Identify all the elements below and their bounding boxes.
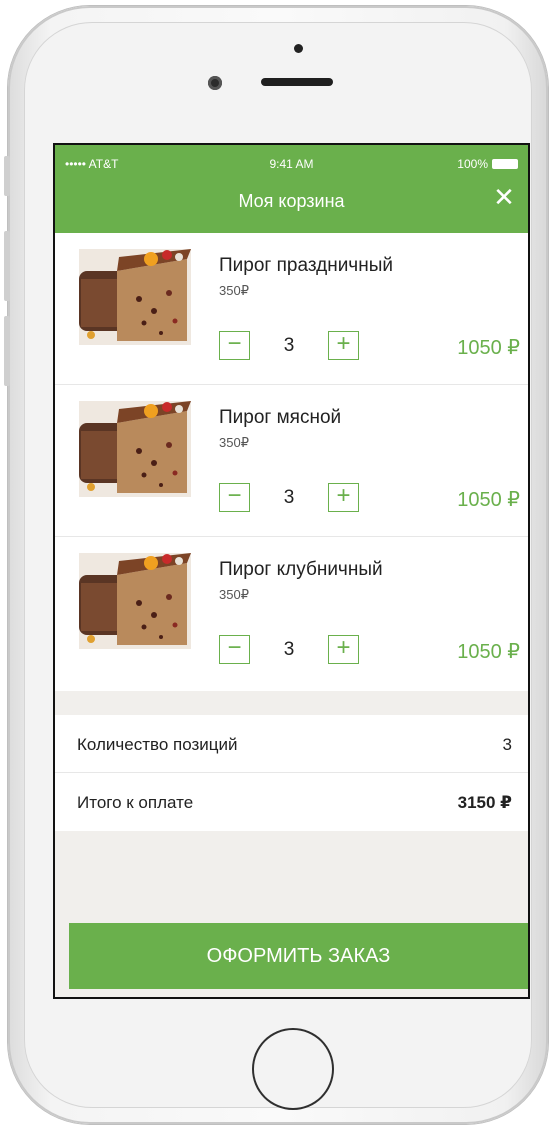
decrease-button[interactable]: − — [219, 331, 250, 360]
quantity-stepper: − 3 + — [219, 483, 359, 512]
proximity-sensor — [294, 44, 303, 53]
item-total: 1050 ₽ — [457, 641, 520, 663]
item-total: 1050 ₽ — [457, 337, 520, 359]
earpiece-speaker — [261, 78, 333, 86]
front-camera — [208, 76, 222, 90]
app-screen: ••••• AT&T 9:41 AM 100% Моя корзина ✕ Пи… — [53, 143, 530, 999]
cart-item: Пирог клубничный 350₽ − 3 + 1050 ₽ — [55, 537, 528, 691]
positions-row: Количество позиций 3 — [55, 715, 528, 773]
cart-list: Пирог праздничный 350₽ − 3 + 1050 ₽ Пиро… — [55, 233, 528, 691]
checkout-button[interactable]: ОФОРМИТЬ ЗАКАЗ — [69, 923, 528, 989]
positions-label: Количество позиций — [77, 735, 238, 754]
total-row: Итого к оплате 3150 ₽ — [55, 773, 528, 830]
app-header: ••••• AT&T 9:41 AM 100% Моя корзина ✕ — [55, 145, 528, 233]
decrease-button[interactable]: − — [219, 483, 250, 512]
quantity-stepper: − 3 + — [219, 635, 359, 664]
product-name: Пирог мясной — [219, 407, 342, 428]
product-image — [79, 401, 191, 497]
volume-up-button — [4, 231, 10, 301]
increase-button[interactable]: + — [328, 331, 359, 360]
product-name: Пирог праздничный — [219, 255, 393, 276]
positions-value: 3 — [502, 735, 512, 754]
total-label: Итого к оплате — [77, 793, 194, 812]
volume-down-button — [4, 316, 10, 386]
quantity-stepper: − 3 + — [219, 331, 359, 360]
increase-button[interactable]: + — [328, 483, 359, 512]
close-icon[interactable]: ✕ — [490, 183, 518, 211]
status-bar: ••••• AT&T 9:41 AM 100% — [55, 145, 528, 179]
battery-icon — [492, 159, 518, 169]
home-button[interactable] — [252, 1028, 334, 1110]
battery-indicator: 100% — [457, 157, 518, 171]
product-name: Пирог клубничный — [219, 559, 383, 580]
product-image — [79, 553, 191, 649]
product-image — [79, 249, 191, 345]
battery-percent: 100% — [457, 157, 488, 171]
increase-button[interactable]: + — [328, 635, 359, 664]
cart-item: Пирог праздничный 350₽ − 3 + 1050 ₽ — [55, 233, 528, 385]
total-value: 3150 ₽ — [457, 793, 512, 812]
page-title: Моя корзина — [238, 191, 345, 211]
unit-price: 350₽ — [219, 283, 249, 298]
quantity-value: 3 — [283, 334, 295, 356]
unit-price: 350₽ — [219, 587, 249, 602]
quantity-value: 3 — [283, 486, 295, 508]
order-summary: Количество позиций 3 Итого к оплате 3150… — [55, 715, 528, 831]
quantity-value: 3 — [283, 638, 295, 660]
unit-price: 350₽ — [219, 435, 249, 450]
mute-switch — [4, 156, 10, 196]
item-total: 1050 ₽ — [457, 489, 520, 511]
cart-item: Пирог мясной 350₽ − 3 + 1050 ₽ — [55, 385, 528, 537]
decrease-button[interactable]: − — [219, 635, 250, 664]
